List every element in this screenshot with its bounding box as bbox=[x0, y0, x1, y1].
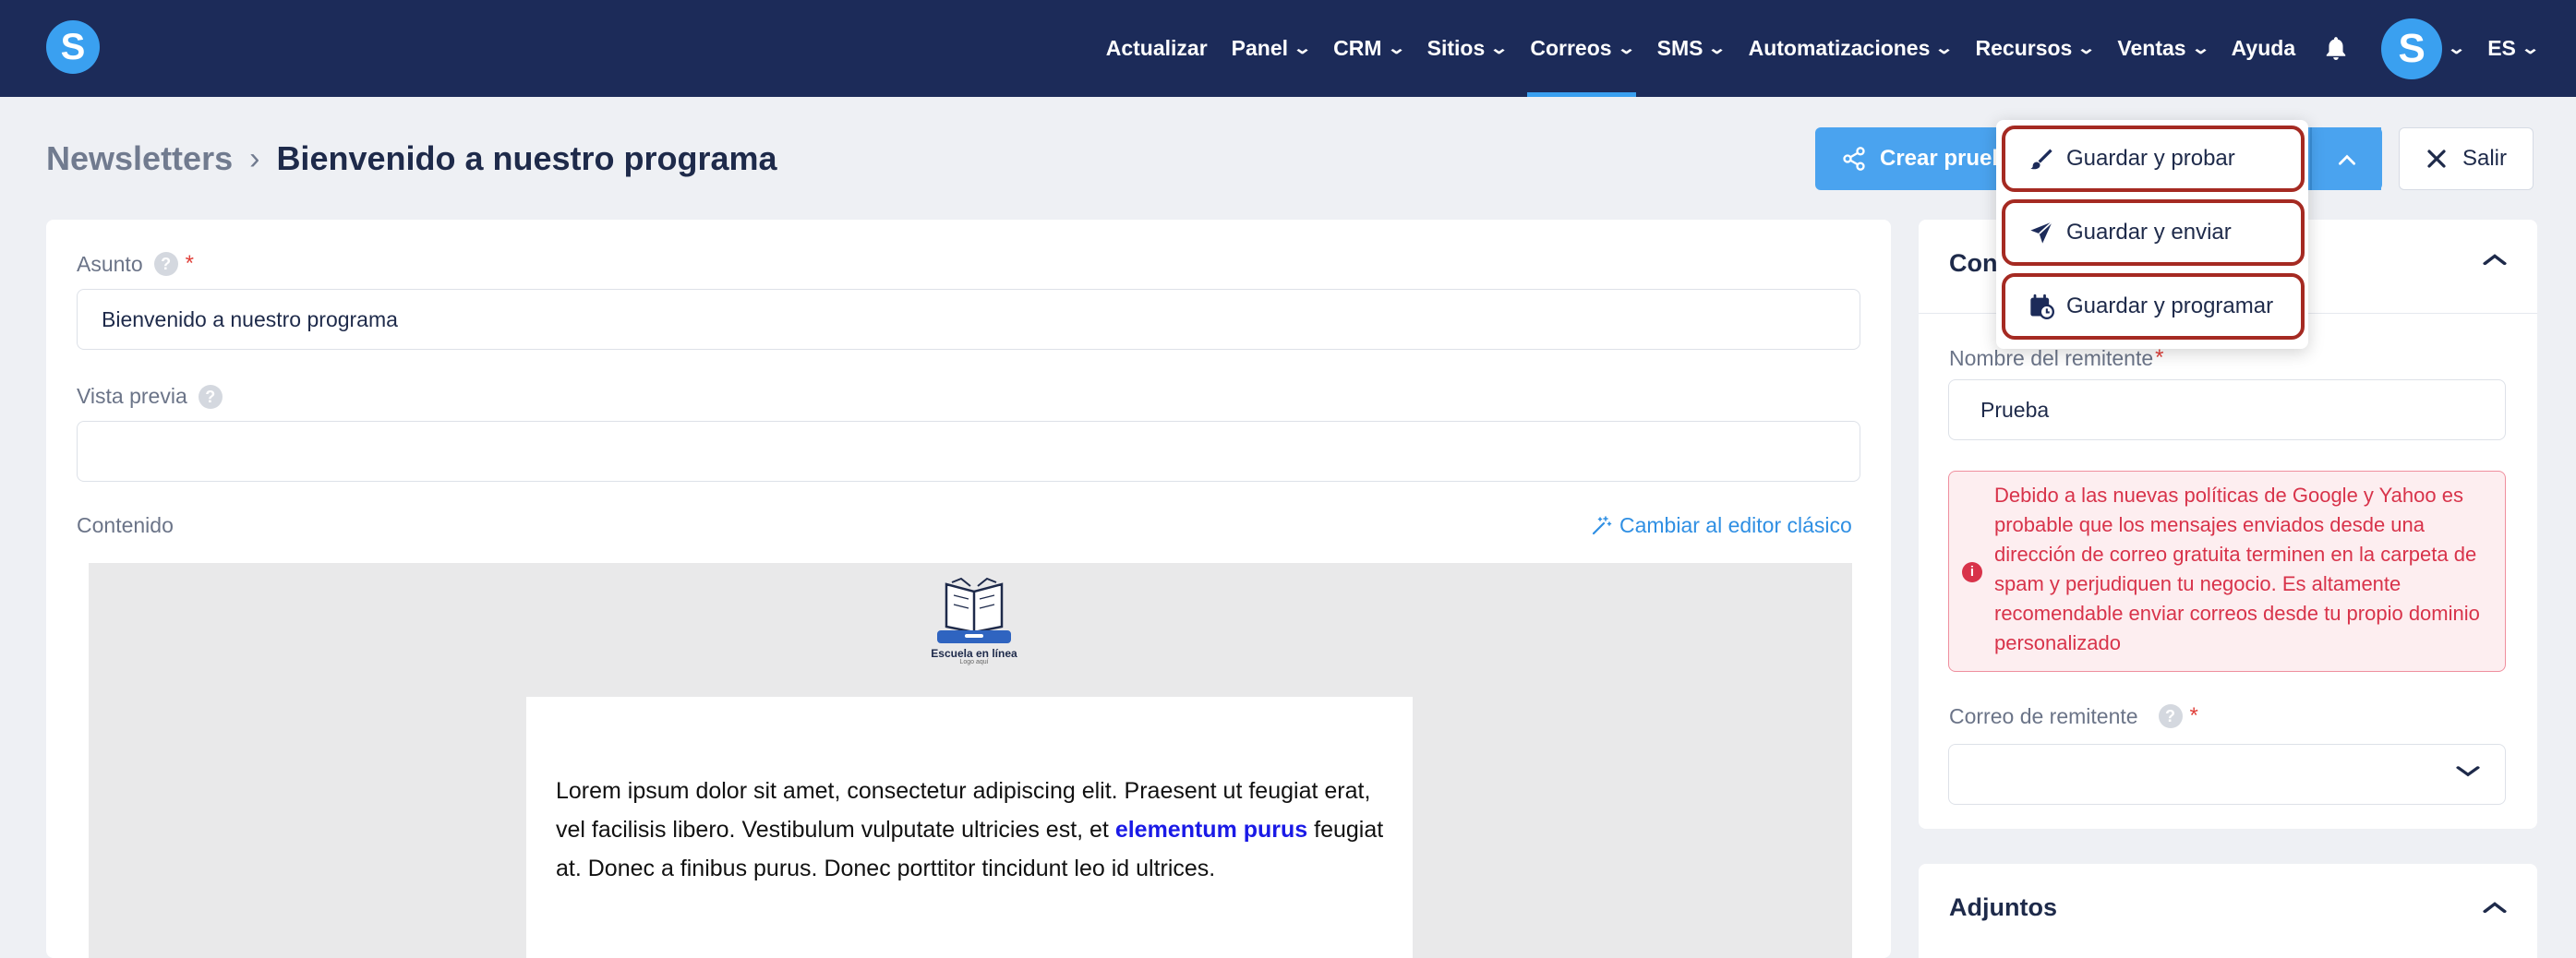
share-icon bbox=[1843, 147, 1865, 171]
notifications-button[interactable] bbox=[2307, 0, 2365, 97]
logo-title: Escuela en línea bbox=[931, 647, 1017, 660]
send-icon bbox=[2030, 221, 2053, 244]
nav-label: Actualizar bbox=[1105, 36, 1208, 60]
switch-editor-label: Cambiar al editor clásico bbox=[1619, 513, 1852, 537]
chevron-up-icon bbox=[2339, 154, 2355, 165]
sender-name-input[interactable]: Prueba bbox=[1948, 379, 2506, 440]
switch-classic-editor-link[interactable]: Cambiar al editor clásico bbox=[1590, 513, 1852, 538]
nav-label: Correos bbox=[1530, 36, 1612, 60]
collapse-configuration-button[interactable] bbox=[2478, 247, 2511, 280]
nav-label: Ventas bbox=[2117, 36, 2186, 60]
nav-item-correos[interactable]: Correos ⌄ bbox=[1518, 0, 1644, 97]
required-mark: * bbox=[2155, 345, 2164, 370]
subject-label: Asunto ? * bbox=[77, 251, 194, 277]
content-label-text: Contenido bbox=[77, 513, 174, 537]
preview-text-input[interactable] bbox=[77, 421, 1860, 482]
help-icon[interactable]: ? bbox=[2158, 704, 2183, 728]
nav-label: Sitios bbox=[1426, 36, 1486, 60]
language-label: ES bbox=[2487, 36, 2516, 60]
warning-text: Debido a las nuevas políticas de Google … bbox=[1994, 484, 2480, 654]
magic-wand-icon bbox=[1592, 515, 1612, 534]
save-and-schedule-option[interactable]: Guardar y programar bbox=[2002, 273, 2305, 340]
open-book-laptop-icon bbox=[937, 577, 1011, 643]
chevron-down-icon: ⌄ bbox=[2190, 39, 2210, 57]
nav-label: Recursos bbox=[1975, 36, 2073, 60]
main-menu: Actualizar Panel ⌄ CRM ⌄ Sitios ⌄ Correos ⌄ … bbox=[1094, 0, 2576, 97]
sender-name-label: Nombre del remitente * bbox=[1949, 345, 2164, 371]
preview-label: Vista previa ? bbox=[77, 384, 223, 409]
nav-item-automatizaciones[interactable]: Automatizaciones ⌄ bbox=[1737, 0, 1964, 97]
avatar: S bbox=[2381, 18, 2443, 79]
breadcrumb: Newsletters › Bienvenido a nuestro progr… bbox=[46, 137, 777, 181]
nav-label: Ayuda bbox=[2231, 36, 2296, 60]
chevron-right-icon: › bbox=[249, 140, 260, 176]
nav-item-ayuda[interactable]: Ayuda bbox=[2220, 0, 2307, 97]
logo-subtitle: Logo aquí bbox=[959, 659, 989, 665]
required-mark: * bbox=[2189, 703, 2198, 728]
chevron-down-icon: ⌄ bbox=[1934, 39, 1955, 57]
menu-item-label: Guardar y programar bbox=[2066, 293, 2274, 318]
chevron-down-icon: ⌄ bbox=[1386, 39, 1406, 57]
nav-label: SMS bbox=[1656, 36, 1703, 60]
sender-email-select[interactable] bbox=[1948, 744, 2506, 805]
nav-item-sitios[interactable]: Sitios ⌄ bbox=[1415, 0, 1519, 97]
chevron-down-icon: ⌄ bbox=[2447, 39, 2467, 57]
menu-item-label: Guardar y enviar bbox=[2066, 220, 2232, 245]
breadcrumb-parent-link[interactable]: Newsletters bbox=[46, 139, 233, 178]
exit-label: Salir bbox=[2462, 146, 2507, 171]
chevron-up-icon bbox=[2483, 254, 2507, 266]
help-icon[interactable]: ? bbox=[153, 252, 178, 276]
nav-label: CRM bbox=[1333, 36, 1382, 60]
subject-label-text: Asunto bbox=[77, 251, 143, 276]
collapse-attachments-button[interactable] bbox=[2478, 895, 2511, 928]
chevron-up-icon bbox=[2483, 902, 2507, 914]
bell-icon bbox=[2326, 36, 2346, 60]
nav-item-actualizar[interactable]: Actualizar bbox=[1094, 0, 1220, 97]
nav-item-crm[interactable]: CRM ⌄ bbox=[1321, 0, 1414, 97]
save-and-test-option[interactable]: Guardar y probar bbox=[2002, 126, 2305, 192]
nav-label: Automatizaciones bbox=[1748, 36, 1931, 60]
chevron-down-icon bbox=[2451, 759, 2485, 788]
save-options-menu: Guardar y probar Guardar y enviar Guarda… bbox=[1996, 120, 2308, 349]
email-inline-link[interactable]: elementum purus bbox=[1115, 817, 1307, 843]
chevron-down-icon: ⌄ bbox=[1293, 39, 1313, 57]
help-icon[interactable]: ? bbox=[198, 384, 223, 409]
attachments-title: Adjuntos bbox=[1949, 893, 2057, 921]
app-logo[interactable]: S bbox=[46, 20, 100, 74]
top-navbar: S Actualizar Panel ⌄ CRM ⌄ Sitios ⌄ Correos… bbox=[0, 0, 2576, 97]
nav-item-panel[interactable]: Panel ⌄ bbox=[1220, 0, 1321, 97]
chevron-down-icon: ⌄ bbox=[1489, 39, 1510, 57]
required-mark: * bbox=[185, 251, 194, 276]
chevron-down-icon: ⌄ bbox=[2076, 39, 2097, 57]
user-menu[interactable]: S ⌄ bbox=[2365, 0, 2475, 97]
nav-item-ventas[interactable]: Ventas ⌄ bbox=[2105, 0, 2219, 97]
subject-input[interactable]: Bienvenido a nuestro programa bbox=[77, 289, 1860, 350]
save-options-toggle[interactable] bbox=[2310, 127, 2382, 190]
close-icon bbox=[2427, 150, 2446, 168]
preview-label-text: Vista previa bbox=[77, 384, 187, 408]
email-paragraph[interactable]: Lorem ipsum dolor sit amet, consectetur … bbox=[556, 772, 1387, 888]
sender-email-label-text: Correo de remitente bbox=[1949, 703, 2138, 728]
chevron-down-icon: ⌄ bbox=[1707, 39, 1727, 57]
brush-icon bbox=[2030, 149, 2052, 170]
chevron-down-icon: ⌄ bbox=[1616, 39, 1636, 57]
page-title: Bienvenido a nuestro programa bbox=[276, 139, 777, 177]
chevron-down-icon: ⌄ bbox=[2520, 39, 2541, 57]
language-selector[interactable]: ES ⌄ bbox=[2475, 0, 2576, 97]
calendar-clock-icon bbox=[2030, 293, 2054, 319]
sender-name-value: Prueba bbox=[1980, 397, 2050, 422]
content-label: Contenido bbox=[77, 513, 174, 538]
nav-item-sms[interactable]: SMS ⌄ bbox=[1645, 0, 1737, 97]
nav-label: Panel bbox=[1231, 36, 1289, 60]
subject-value: Bienvenido a nuestro programa bbox=[102, 306, 398, 331]
sender-name-label-text: Nombre del remitente bbox=[1949, 345, 2154, 370]
sender-email-label: Correo de remitente ? * bbox=[1949, 703, 2198, 729]
save-and-send-option[interactable]: Guardar y enviar bbox=[2002, 199, 2305, 266]
nav-item-recursos[interactable]: Recursos ⌄ bbox=[1964, 0, 2106, 97]
menu-item-label: Guardar y probar bbox=[2066, 146, 2235, 171]
exit-button[interactable]: Salir bbox=[2399, 127, 2534, 190]
info-icon: i bbox=[1962, 562, 1982, 582]
